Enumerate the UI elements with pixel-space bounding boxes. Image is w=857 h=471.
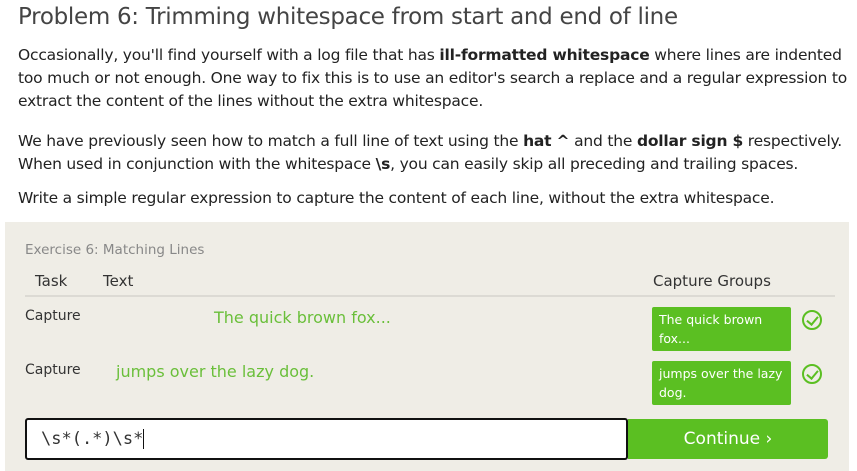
- regex-input[interactable]: \s*(.*)\s*: [25, 418, 628, 460]
- row-1-capture-group: The quick brown fox...: [652, 307, 791, 351]
- page-title: Problem 6: Trimming whitespace from star…: [18, 4, 678, 30]
- row-1-task: Capture: [25, 308, 81, 324]
- row-1-text: The quick brown fox...: [214, 308, 391, 327]
- header-text: Text: [103, 272, 134, 290]
- check-circle-icon: [802, 310, 822, 330]
- row-2-capture-group: jumps over the lazy dog.: [652, 361, 791, 405]
- explanation-paragraph: We have previously seen how to match a f…: [18, 132, 843, 173]
- row-2-text: jumps over the lazy dog.: [116, 362, 315, 381]
- intro-paragraph: Occasionally, you'll find yourself with …: [18, 46, 848, 110]
- check-circle-icon: [802, 364, 822, 384]
- header-divider: [25, 295, 835, 297]
- row-2-task: Capture: [25, 362, 81, 378]
- continue-button[interactable]: Continue ›: [628, 419, 828, 459]
- exercise-panel: Exercise 6: Matching Lines Task Text Cap…: [5, 222, 849, 471]
- instruction-paragraph: Write a simple regular expression to cap…: [18, 189, 775, 207]
- regex-input-value: \s*(.*)\s*: [41, 429, 144, 449]
- header-task: Task: [35, 272, 68, 290]
- exercise-title: Exercise 6: Matching Lines: [25, 242, 205, 258]
- text-caret: [143, 429, 145, 449]
- header-capture-groups: Capture Groups: [653, 272, 771, 290]
